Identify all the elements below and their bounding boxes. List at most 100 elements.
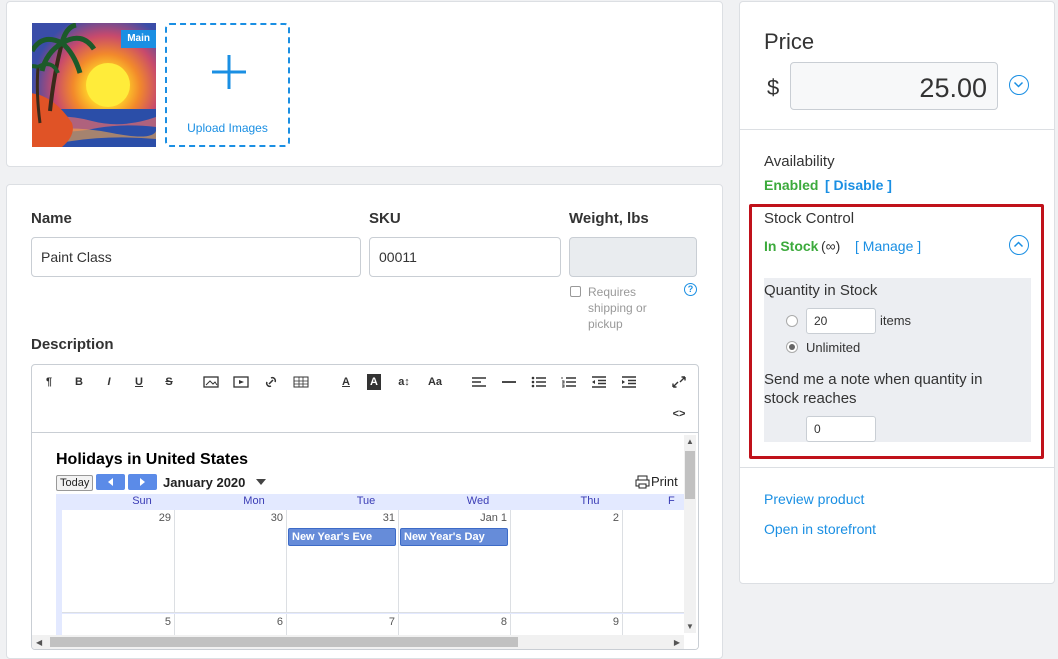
weight-input[interactable] [569, 237, 697, 277]
code-view-icon[interactable]: <> [670, 406, 688, 422]
day-header-fri: F [668, 495, 675, 507]
unlimited-label: Unlimited [806, 340, 861, 355]
scroll-up-icon[interactable]: ▲ [686, 437, 694, 446]
price-input[interactable]: 25.00 [790, 62, 998, 110]
strikethrough-icon[interactable]: S [160, 374, 178, 390]
month-label: January 2020 [163, 475, 246, 490]
weight-label: Weight, lbs [569, 210, 649, 227]
table-icon[interactable] [292, 374, 310, 390]
day-cell[interactable]: Jan 1 [399, 510, 511, 613]
horizontal-scroll-thumb[interactable] [50, 637, 518, 647]
scroll-down-icon[interactable]: ▼ [686, 622, 694, 631]
manage-stock-link[interactable]: [ Manage ] [855, 238, 921, 254]
link-icon[interactable] [262, 374, 280, 390]
numbered-list-icon[interactable] [560, 374, 578, 390]
horizontal-rule-icon[interactable] [500, 374, 518, 390]
stock-quantity-panel: Quantity in Stock 20 items Unlimited Sen… [764, 278, 1031, 442]
side-panel: Price $ 25.00 Availability Enabled [ Dis… [739, 1, 1055, 584]
day-cell[interactable] [623, 510, 684, 613]
name-label: Name [31, 210, 72, 227]
requires-shipping-checkbox[interactable] [570, 286, 581, 297]
bold-icon[interactable]: B [70, 374, 88, 390]
printer-icon[interactable] [635, 475, 650, 489]
day-cell[interactable]: 2 [511, 510, 623, 613]
quantity-in-stock-label: Quantity in Stock [764, 282, 878, 299]
chevron-right-icon [140, 478, 145, 486]
preview-product-link[interactable]: Preview product [764, 491, 864, 507]
quantity-radio[interactable] [786, 315, 798, 327]
chevron-down-icon [1013, 81, 1024, 88]
today-button[interactable]: Today [56, 475, 94, 491]
requires-shipping-label: Requires shipping or pickup [588, 285, 647, 331]
video-icon[interactable] [232, 374, 250, 390]
font-color-icon[interactable]: A [337, 374, 355, 390]
fullscreen-icon[interactable] [670, 374, 688, 390]
currency-symbol: $ [767, 75, 780, 100]
vertical-scroll-thumb[interactable] [685, 451, 695, 499]
upload-images-button[interactable]: Upload Images [165, 23, 290, 147]
day-header-sun: Sun [132, 495, 152, 507]
day-header-wed: Wed [466, 495, 490, 507]
italic-icon[interactable]: I [100, 374, 118, 390]
collapse-stock-button[interactable] [1009, 235, 1029, 255]
vertical-scrollbar[interactable]: ▲ ▼ [684, 435, 696, 633]
description-label: Description [31, 336, 114, 353]
sku-label: SKU [369, 210, 401, 227]
description-editor: ¶ B I U S A A a↕ Aa <> Holidays in Unite… [31, 364, 699, 650]
chevron-left-icon [108, 478, 113, 486]
prev-month-button[interactable] [96, 474, 125, 490]
calendar-grid: Sun Mon Tue Wed Thu F 29 30 31 Jan 1 2 N… [56, 494, 684, 649]
chevron-up-icon [1013, 241, 1024, 248]
low-stock-threshold-input[interactable]: 0 [806, 416, 876, 442]
horizontal-scrollbar[interactable]: ◀ ▶ [32, 635, 684, 649]
main-product-image[interactable]: Main [32, 23, 156, 147]
underline-icon[interactable]: U [130, 374, 148, 390]
disable-link[interactable]: [ Disable ] [825, 177, 892, 193]
quantity-input[interactable]: 20 [806, 308, 876, 334]
open-storefront-link[interactable]: Open in storefront [764, 521, 876, 537]
main-image-badge: Main [121, 30, 156, 48]
font-family-icon[interactable]: Aa [426, 374, 444, 390]
price-options-button[interactable] [1009, 75, 1029, 95]
day-cell[interactable]: 29 [62, 510, 175, 613]
background-color-icon[interactable]: A [367, 374, 381, 390]
availability-label: Availability [764, 153, 835, 170]
bullet-list-icon[interactable] [530, 374, 548, 390]
items-label: items [880, 313, 912, 328]
plus-icon [212, 55, 246, 89]
event-new-years-day[interactable]: New Year's Day [400, 528, 508, 546]
divider [740, 467, 1054, 468]
day-header-tue: Tue [356, 495, 376, 507]
day-header-mon: Mon [243, 495, 265, 507]
indent-icon[interactable] [620, 374, 638, 390]
scroll-right-icon[interactable]: ▶ [674, 638, 680, 647]
calendar-embed: Holidays in United States Today January … [32, 432, 698, 649]
editor-toolbar: ¶ B I U S A A a↕ Aa [32, 365, 698, 399]
upload-images-label: Upload Images [187, 121, 268, 135]
image-icon[interactable] [202, 374, 220, 390]
product-details-card: Name Paint Class SKU 00011 Weight, lbs R… [6, 184, 723, 659]
day-cell[interactable]: 31 [287, 510, 399, 613]
paragraph-icon[interactable]: ¶ [40, 374, 58, 390]
day-cell[interactable]: 30 [175, 510, 287, 613]
align-left-icon[interactable] [470, 374, 488, 390]
print-link[interactable]: Print [651, 474, 678, 489]
availability-status: Enabled [764, 177, 819, 193]
sku-input[interactable]: 00011 [369, 237, 561, 277]
stock-infinity: (∞) [821, 238, 841, 254]
event-new-years-eve[interactable]: New Year's Eve [288, 528, 396, 546]
divider [740, 129, 1054, 130]
low-stock-note-label: Send me a note when quantity in stock re… [764, 371, 983, 407]
month-dropdown-icon[interactable] [256, 479, 266, 485]
help-icon[interactable]: ? [684, 283, 697, 296]
next-month-button[interactable] [128, 474, 157, 490]
font-size-icon[interactable]: a↕ [395, 374, 413, 390]
calendar-title: Holidays in United States [56, 451, 249, 468]
name-input[interactable]: Paint Class [31, 237, 361, 277]
outdent-icon[interactable] [590, 374, 608, 390]
unlimited-radio[interactable] [786, 341, 798, 353]
scroll-left-icon[interactable]: ◀ [36, 638, 42, 647]
day-header-thu: Thu [580, 495, 600, 507]
images-card: Main Upload Images [6, 1, 723, 167]
stock-status: In Stock [764, 238, 819, 254]
